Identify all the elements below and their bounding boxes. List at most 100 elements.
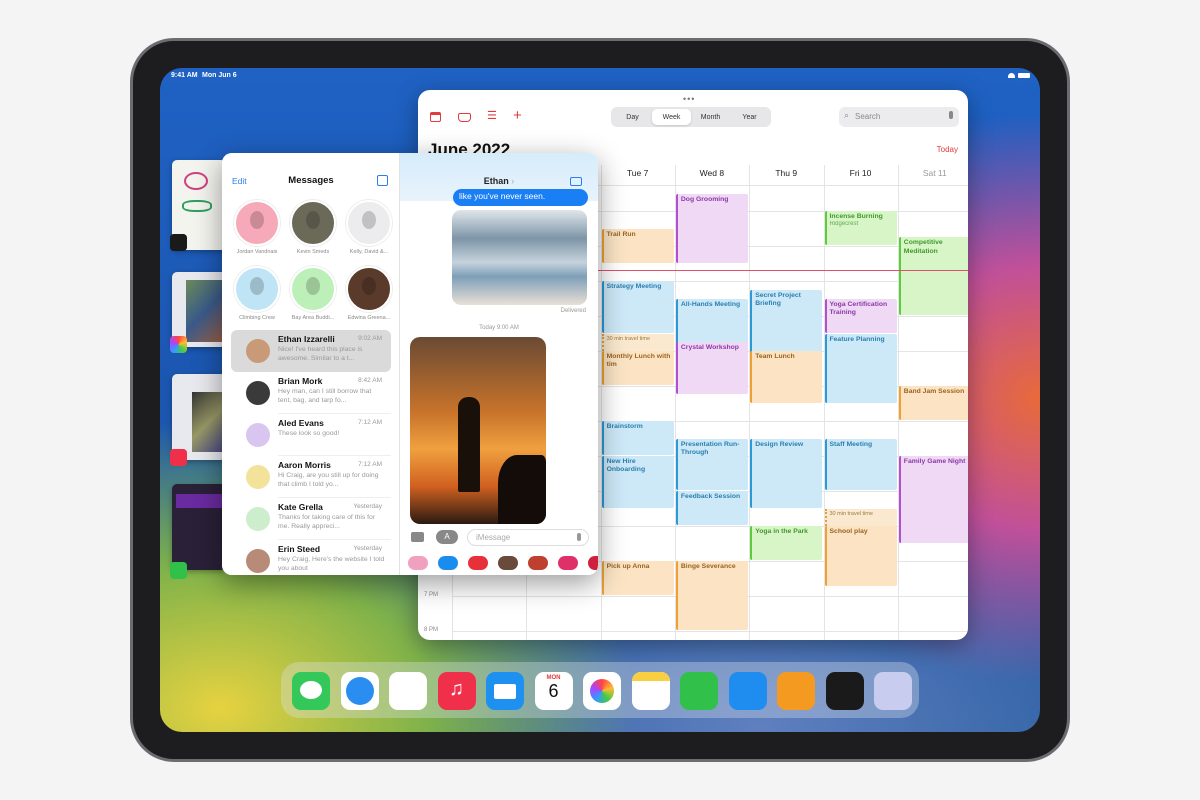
tab-day[interactable]: Day (613, 109, 652, 125)
pinned-contact-name: Jordan Vandnais (236, 249, 278, 255)
dock-app-library-icon[interactable] (874, 672, 912, 710)
message-input[interactable]: iMessage (467, 529, 589, 546)
dock-safari-icon[interactable] (340, 672, 379, 710)
calendar-event[interactable]: Presentation Run-Through (675, 438, 748, 490)
pinned-contact[interactable] (346, 266, 392, 312)
imessage-app-icon[interactable] (498, 556, 518, 570)
calendar-event[interactable]: Feature Planning (824, 333, 897, 403)
calendar-event[interactable]: Feedback Session (675, 491, 748, 525)
dock-messages-icon[interactable] (292, 672, 330, 710)
imessage-app-icon[interactable] (438, 556, 458, 570)
message-input-placeholder: iMessage (476, 533, 511, 542)
event-title: Incense Burning (829, 213, 883, 220)
dock-photos-icon[interactable] (583, 672, 621, 710)
calendar-event[interactable]: Team Lunch (750, 351, 823, 403)
app-store-button[interactable]: A (436, 530, 458, 544)
stage-music[interactable] (172, 374, 226, 460)
calendar-event[interactable]: Pick up Anna (601, 561, 674, 595)
stage-numbers[interactable] (172, 484, 226, 570)
inbox-icon[interactable] (458, 113, 471, 122)
tab-month[interactable]: Month (691, 109, 730, 125)
dock-pages-icon[interactable] (777, 672, 815, 710)
conversation-name: Ethan Izzarelli (278, 334, 335, 344)
conversation-name: Brian Mork (278, 376, 323, 386)
microphone-icon[interactable] (577, 533, 581, 541)
calendar-event[interactable]: Staff Meeting (824, 438, 897, 490)
microphone-icon[interactable] (949, 111, 953, 119)
calendar-event[interactable]: Trail Run (601, 228, 674, 263)
search-field[interactable]: ⌕ Search (839, 107, 959, 127)
pinned-contact[interactable] (290, 200, 336, 246)
photo-sunset[interactable] (410, 337, 546, 524)
camera-icon[interactable] (411, 532, 424, 542)
dock-calendar-icon[interactable]: MON 6 (534, 672, 573, 710)
calendar-event[interactable]: Competitive Meditation (898, 237, 968, 315)
avatar-face (250, 211, 264, 229)
tab-week[interactable]: Week (652, 109, 691, 125)
tab-year[interactable]: Year (730, 109, 769, 125)
video-call-icon[interactable] (570, 177, 582, 186)
pinned-contact[interactable] (234, 266, 280, 312)
pinned-contact[interactable] (234, 200, 280, 246)
calendar-event[interactable]: Family Game Night (898, 456, 968, 543)
avatar (246, 423, 270, 447)
calendar-event[interactable]: Dog Grooming (675, 193, 748, 263)
conversation-row[interactable]: Aled Evans 7:12 AM These look so good! (231, 414, 391, 456)
avatar (246, 507, 270, 531)
view-switcher: Day Week Month Year (611, 107, 771, 127)
imessage-app-icon[interactable] (588, 556, 598, 570)
conversation-name: Aled Evans (278, 418, 324, 428)
dock-music-icon[interactable]: ♫ (437, 672, 476, 710)
calendar-event[interactable]: Crystal Workshop (675, 342, 748, 394)
dock-numbers-icon[interactable] (680, 672, 718, 710)
dock-mail-icon[interactable] (486, 672, 524, 710)
event-title: Band Jam Session (903, 388, 965, 395)
calendar-event[interactable]: Strategy Meeting (601, 281, 674, 333)
dock-reminders-icon[interactable] (389, 672, 427, 710)
day-header: Wed 8 (699, 168, 725, 178)
today-button[interactable]: Today (937, 145, 958, 154)
dock-notes-icon[interactable] (631, 672, 670, 710)
conversation-preview: Thanks for taking care of this for me. R… (278, 514, 376, 531)
hour-label: 8 PM (424, 627, 439, 633)
imessage-app-icon[interactable] (528, 556, 548, 570)
dock-keynote-icon[interactable] (728, 672, 767, 710)
conversation-time: Yesterday (353, 503, 382, 510)
imessage-app-icon[interactable] (558, 556, 578, 570)
imessage-app-icon[interactable] (468, 556, 488, 570)
calendar-event[interactable]: New Hire Onboarding (601, 456, 674, 508)
calendar-event[interactable]: Secret Project Briefing (750, 289, 823, 359)
compose-icon[interactable] (377, 175, 388, 186)
envelope (494, 684, 516, 699)
calendar-event[interactable]: Yoga in the Park (750, 526, 823, 560)
calendar-event[interactable]: Band Jam Session (898, 386, 968, 420)
calendar-event[interactable]: School play (824, 526, 897, 587)
calendar-event[interactable]: Design Review (750, 438, 823, 508)
calendar-event[interactable]: Yoga Certification Training (824, 298, 897, 333)
photo-dunes[interactable] (452, 210, 587, 305)
calendar-event[interactable]: Binge Severance (675, 561, 748, 630)
photos-icon (170, 336, 187, 353)
pinned-contact[interactable] (290, 266, 336, 312)
status-time: 9:41 AM (171, 72, 198, 79)
dock-procreate-icon[interactable] (825, 672, 864, 710)
event-title: Feedback Session (680, 493, 741, 500)
calendar-event[interactable]: Brainstorm (601, 421, 674, 455)
conversation-row[interactable]: Kate Grella Yesterday Thanks for taking ca… (231, 498, 391, 540)
conversation-row[interactable]: Aaron Morris 7:12 AM Hi Craig, are you sti… (231, 456, 391, 498)
conversation-row[interactable]: Ethan Izzarelli 9:02 AM Nice! I've heard t… (231, 330, 391, 372)
add-event-icon[interactable]: + (513, 108, 522, 123)
contact-name[interactable]: Ethan › (400, 176, 598, 186)
calendar-event[interactable]: Incense Burning Ridgecrest (824, 211, 897, 245)
window-menu-dots[interactable]: ••• (683, 94, 695, 104)
list-icon[interactable]: ☰ (487, 111, 497, 122)
imessage-app-icon[interactable] (408, 556, 428, 570)
event-title: Brainstorm (606, 423, 643, 430)
calendars-icon[interactable] (430, 112, 441, 122)
conversation-row[interactable]: Brian Mork 8:42 AM Hey man, can I still bo… (231, 372, 391, 414)
event-title: Pick up Anna (606, 563, 650, 570)
conversation-preview: Hi Craig, are you still up for doing tha… (278, 472, 379, 489)
conversation-row[interactable]: Erin Steed Yesterday Hey Craig, Here's the… (231, 540, 391, 575)
calendar-event[interactable]: Monthly Lunch with tim (601, 351, 674, 385)
pinned-contact[interactable] (346, 200, 392, 246)
